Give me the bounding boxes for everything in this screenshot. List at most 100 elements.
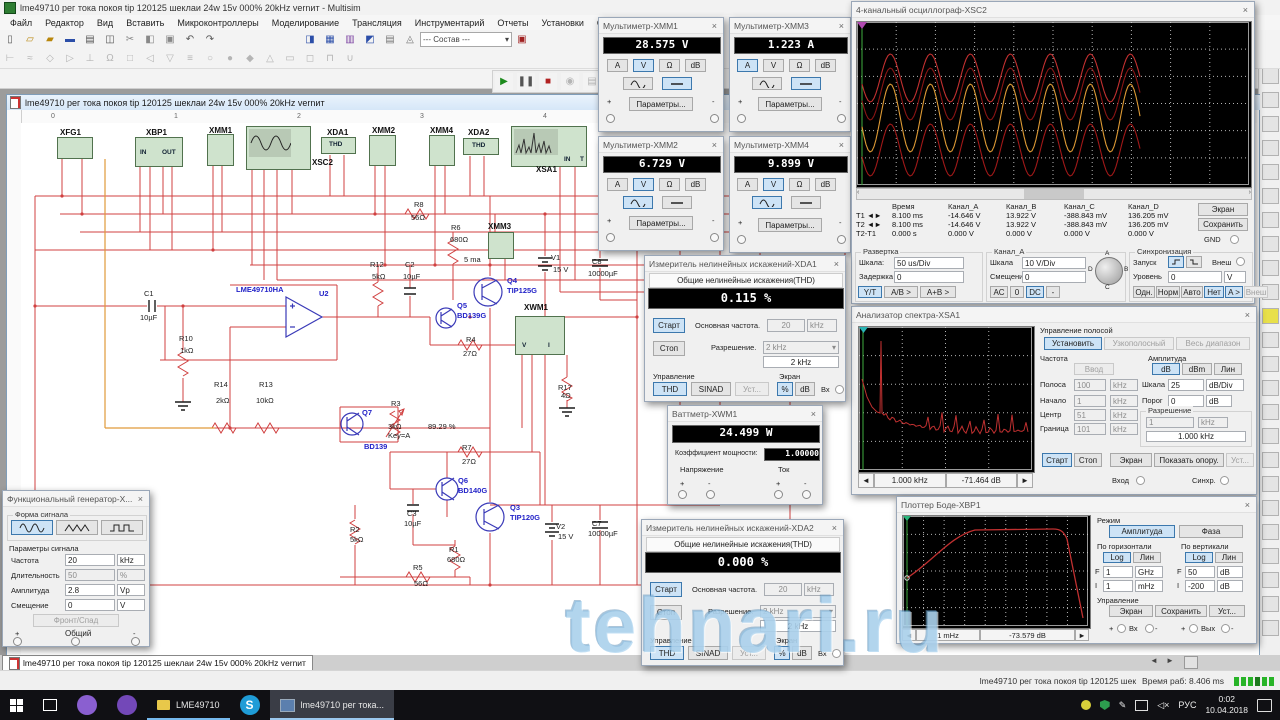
- v-lin-button[interactable]: Лин: [1215, 552, 1243, 563]
- input-terminal[interactable]: [835, 385, 844, 394]
- dc-mode-button[interactable]: [662, 77, 692, 90]
- indicator-icon[interactable]: ≡: [181, 50, 199, 67]
- trigger-normal-button[interactable]: Норм: [1156, 286, 1180, 298]
- mode-ohm-button[interactable]: Ω: [789, 178, 810, 191]
- variant-dropdown[interactable]: --- Состав ---▾: [420, 32, 512, 47]
- sinad-mode-button[interactable]: SINAD: [688, 646, 728, 660]
- thd-stop-button[interactable]: Стоп: [653, 341, 685, 356]
- sine-wave-button[interactable]: [11, 520, 53, 535]
- instrument-toolbar-icon[interactable]: [1262, 140, 1279, 156]
- bus-icon[interactable]: ∪: [341, 50, 359, 67]
- trigger-falling-button[interactable]: [1186, 256, 1202, 268]
- active-analysis-icon[interactable]: ◉: [561, 73, 579, 90]
- percent-button[interactable]: %: [774, 646, 790, 660]
- xmm2-symbol[interactable]: [369, 135, 396, 166]
- connector-icon[interactable]: ◻: [301, 50, 319, 67]
- menu-9[interactable]: Установки: [535, 17, 589, 29]
- cursor-left-button[interactable]: ◄: [902, 629, 916, 641]
- database-icon[interactable]: ▥: [341, 31, 359, 48]
- spreadsheet-view-icon[interactable]: ▦: [321, 31, 339, 48]
- band-narrow-button[interactable]: Узкополосный: [1104, 337, 1174, 350]
- trigger-rising-button[interactable]: [1168, 256, 1184, 268]
- instrument-toolbar-icon[interactable]: [1262, 260, 1279, 276]
- close-icon[interactable]: ×: [837, 21, 846, 31]
- trigger-single-button[interactable]: Одн.: [1133, 286, 1155, 298]
- xmm3-symbol[interactable]: [488, 232, 514, 259]
- print-icon[interactable]: ▤: [81, 31, 99, 48]
- instrument-toolbar-icon[interactable]: [1262, 380, 1279, 396]
- xwm1-symbol[interactable]: V I: [515, 316, 565, 355]
- network-icon[interactable]: [1135, 700, 1148, 711]
- menu-1[interactable]: Редактор: [39, 17, 90, 29]
- skype-task-button[interactable]: S: [230, 690, 270, 720]
- instrument-toolbar-icon[interactable]: [1262, 500, 1279, 516]
- sync-terminal[interactable]: [1220, 476, 1229, 485]
- notification-center-icon[interactable]: [1257, 699, 1272, 712]
- input-terminal[interactable]: [832, 649, 841, 658]
- h-log-button[interactable]: Log: [1103, 552, 1131, 563]
- ac-mode-button[interactable]: [752, 77, 782, 90]
- parameters-button[interactable]: Параметры...: [629, 216, 693, 230]
- cursor-t2[interactable]: T2 ◄►: [856, 220, 892, 229]
- amp-dbm-button[interactable]: dBm: [1182, 363, 1212, 375]
- cursor-left-button[interactable]: ◄: [858, 473, 874, 488]
- xsc2-symbol[interactable]: [246, 126, 311, 170]
- v-minus-terminal[interactable]: [706, 490, 715, 499]
- trigger-a-button[interactable]: A >: [1225, 286, 1243, 298]
- minus-terminal[interactable]: [710, 233, 719, 242]
- band-set-button[interactable]: Установить: [1044, 337, 1102, 350]
- trigger-ext-button[interactable]: Внеш: [1244, 286, 1268, 298]
- undo-icon[interactable]: ↶: [181, 31, 199, 48]
- instrument-toolbar-icon[interactable]: [1262, 308, 1279, 324]
- v-log-button[interactable]: Log: [1185, 552, 1213, 563]
- pinned-app-1[interactable]: [67, 690, 107, 720]
- open-sample-icon[interactable]: ▰: [41, 31, 59, 48]
- parameters-button[interactable]: Параметры...: [758, 97, 822, 111]
- mode-v-button[interactable]: V: [633, 59, 654, 72]
- cursor-right-button[interactable]: ►: [1075, 629, 1089, 641]
- defender-shield-icon[interactable]: [1100, 700, 1110, 710]
- mode-db-button[interactable]: dB: [815, 178, 836, 191]
- close-icon[interactable]: ×: [136, 494, 145, 504]
- band-full-button[interactable]: Весь диапазон: [1176, 337, 1250, 350]
- mode-a-button[interactable]: A: [607, 59, 628, 72]
- bode-save-button[interactable]: Сохранить: [1155, 605, 1207, 617]
- menu-7[interactable]: Инструментарий: [409, 17, 491, 29]
- dc-mode-button[interactable]: [662, 196, 692, 209]
- freq-center-field[interactable]: 51: [1074, 409, 1106, 421]
- h-final-field[interactable]: 1: [1103, 566, 1133, 578]
- amp-scale-field[interactable]: 25: [1168, 379, 1204, 391]
- language-indicator[interactable]: РУС: [1178, 700, 1196, 710]
- xda1-symbol[interactable]: THD: [321, 137, 356, 154]
- clock[interactable]: 0:02 10.04.2018: [1205, 694, 1248, 715]
- close-icon[interactable]: ×: [830, 523, 839, 533]
- db-button[interactable]: dB: [792, 646, 812, 660]
- pen-icon[interactable]: ✎: [1119, 700, 1127, 711]
- thd-set-button[interactable]: Уст...: [732, 646, 766, 660]
- v-plus-terminal[interactable]: [678, 490, 687, 499]
- in-minus-terminal[interactable]: [1145, 624, 1154, 633]
- dc-mode-button[interactable]: [791, 196, 821, 209]
- i-plus-terminal[interactable]: [774, 490, 783, 499]
- bode-screen-button[interactable]: Экран: [1109, 605, 1153, 617]
- xmm4-symbol[interactable]: [429, 135, 455, 166]
- gnd-terminal[interactable]: [1230, 235, 1239, 244]
- parameters-button[interactable]: Параметры...: [629, 97, 693, 111]
- mode-v-button[interactable]: V: [763, 178, 784, 191]
- instrument-toolbar-icon[interactable]: [1262, 68, 1279, 84]
- out-minus-terminal[interactable]: [1221, 624, 1230, 633]
- channel-offset-field[interactable]: 0: [1022, 271, 1086, 283]
- minus-terminal[interactable]: [131, 637, 140, 646]
- fundamental-freq-field[interactable]: 20: [764, 583, 802, 596]
- run-simulation-button[interactable]: ▶: [495, 73, 513, 90]
- freq-enter-button[interactable]: Ввод: [1074, 363, 1114, 375]
- grapher-icon[interactable]: ◩: [361, 31, 379, 48]
- thd-stop-button[interactable]: Стоп: [650, 605, 682, 620]
- pause-simulation-button[interactable]: ❚❚: [517, 73, 535, 90]
- channel-scale-field[interactable]: 10 V/Div: [1022, 257, 1086, 269]
- coupling-zero-button[interactable]: 0: [1010, 286, 1024, 298]
- thd-set-button[interactable]: Уст...: [735, 382, 769, 396]
- tab-scroll-left[interactable]: ◄: [1150, 656, 1158, 665]
- phase-mode-button[interactable]: Фаза: [1179, 525, 1243, 538]
- minus-terminal[interactable]: [837, 235, 846, 244]
